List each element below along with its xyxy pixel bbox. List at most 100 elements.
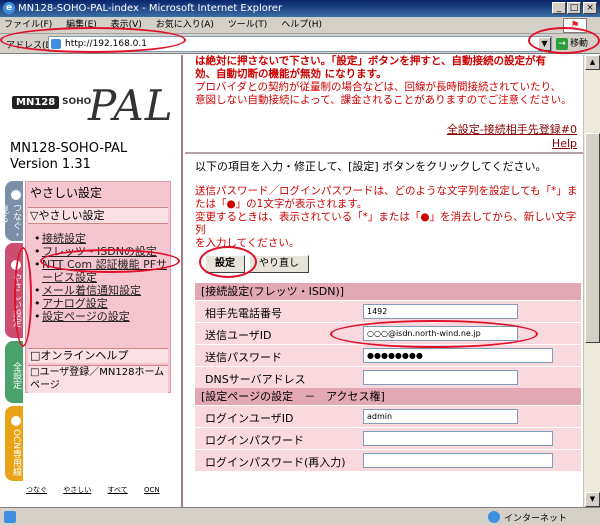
bottom-link-subete[interactable]: すべて xyxy=(107,486,127,494)
tab-yasashii[interactable]: やさしい設定 xyxy=(5,243,23,338)
settings-menu: 接続設定 フレッツ・ISDNの設定 NTT Com 認証機能 PFサービス設定 … xyxy=(34,232,169,323)
menu-bar: ファイル(F) 編集(E) 表示(V) お気に入り(A) ツール(T) ヘルプ(… xyxy=(0,17,600,34)
send-user-id-label: 送信ユーザID xyxy=(205,329,272,342)
user-register-link[interactable]: □ユーザ登録／MN128ホームページ xyxy=(28,365,168,393)
close-button[interactable]: × xyxy=(583,2,597,14)
navigation: つなぐ・見る やさしい設定 全設定 OCN専用線 やさしい設定 ▽やさしい設定 … xyxy=(0,181,175,481)
divider xyxy=(185,152,583,154)
bottom-links: つなぐ やさしい すべて OCN xyxy=(26,485,174,495)
menu-item-flets-isdn[interactable]: フレッツ・ISDNの設定 xyxy=(34,245,169,258)
note-line: を入力してください。 xyxy=(195,237,300,249)
address-url: http://192.168.0.1 xyxy=(65,39,147,49)
menu-item-label: アナログ設定 xyxy=(42,297,108,310)
form-row: ログインユーザID admin xyxy=(195,405,581,427)
login-user-id-input[interactable]: admin xyxy=(363,409,518,424)
warning-line: プロバイダとの契約が従量制の場合などは、回線が長時間接続されていたり、 xyxy=(195,81,562,93)
phone-input[interactable]: 1492 xyxy=(363,304,518,319)
ie-logo-icon: e xyxy=(3,2,15,14)
tab-ocn-icon xyxy=(11,416,21,427)
panel-title: やさしい設定 xyxy=(30,186,103,200)
go-button[interactable]: → 移動 xyxy=(556,36,598,52)
address-dropdown-button[interactable]: ▼ xyxy=(538,37,551,51)
scroll-up-icon[interactable]: ▲ xyxy=(585,55,600,70)
section-page-settings: [設定ページの設定 － アクセス権] xyxy=(195,388,581,405)
warning-line: 意図しない自動接続によって、課金されることがありますのでご注意ください。 xyxy=(195,94,572,106)
warning-line: 効、自動切断の機能が無効 になります。 xyxy=(195,68,387,80)
tab-ocn[interactable]: OCN専用線 xyxy=(5,406,23,481)
form-row: ログインパスワード xyxy=(195,427,581,449)
tab-ocn-label: OCN専用線 xyxy=(11,429,21,477)
product-info: MN128-SOHO-PAL Version 1.31 xyxy=(10,141,127,173)
phone-label: 相手先電話番号 xyxy=(205,307,282,320)
menu-favorites[interactable]: お気に入り(A) xyxy=(156,20,214,30)
product-logo: MN128 SOHO PAL xyxy=(12,81,174,143)
menu-item-label: メール着信通知設定 xyxy=(42,284,141,297)
form-row: 相手先電話番号 1492 xyxy=(195,300,581,322)
scroll-thumb[interactable] xyxy=(585,133,600,343)
note-line: 変更するときは、表示されている「*」または「●」を消去してから、新しい文字列 xyxy=(195,211,577,236)
zone-label: インターネット xyxy=(504,514,568,524)
address-input[interactable]: http://192.168.0.1 xyxy=(48,36,552,52)
address-bar: アドレス(D) http://192.168.0.1 ▼ → 移動 xyxy=(0,34,600,54)
menu-tools[interactable]: ツール(T) xyxy=(228,20,268,30)
menu-item-mail-notice[interactable]: メール着信通知設定 xyxy=(34,284,169,297)
menu-item-ntt-com[interactable]: NTT Com 認証機能 PFサービス設定 xyxy=(34,258,169,284)
page-status-icon xyxy=(4,511,16,523)
windows-flag-icon: ⚑ xyxy=(563,18,587,33)
redo-button[interactable]: やり直し xyxy=(249,255,309,273)
product-version: Version 1.31 xyxy=(10,157,91,172)
login-password-label: ログインパスワード xyxy=(205,434,304,447)
note-line: たは「●」の1文字が表示されます。 xyxy=(195,198,368,210)
maximize-button[interactable]: □ xyxy=(567,2,581,14)
menu-view[interactable]: 表示(V) xyxy=(111,20,142,30)
set-button[interactable]: 設定 xyxy=(205,255,245,273)
menu-help[interactable]: ヘルプ(H) xyxy=(281,20,322,30)
tab-tsunagu-icon xyxy=(11,189,21,200)
bottom-link-tsunagu[interactable]: つなぐ xyxy=(26,486,47,494)
tab-tsunagu[interactable]: つなぐ・見る xyxy=(0,181,23,241)
bottom-link-ocn[interactable]: OCN xyxy=(144,486,160,494)
dns-input[interactable] xyxy=(363,370,518,385)
login-password-confirm-input[interactable] xyxy=(363,453,553,468)
tab-yasashii-icon xyxy=(11,260,21,270)
logo-soho: SOHO xyxy=(62,97,92,107)
minimize-button[interactable]: _ xyxy=(552,2,566,14)
link-help[interactable]: Help xyxy=(447,137,577,151)
left-frame: MN128 SOHO PAL MN128-SOHO-PAL Version 1.… xyxy=(0,55,183,507)
section-connection: [接続設定(フレッツ・ISDN)] xyxy=(195,283,581,300)
online-help-link[interactable]: □オンラインヘルプ xyxy=(28,348,168,363)
menu-item-page-settings[interactable]: 設定ページの設定 xyxy=(34,310,169,323)
bottom-link-yasashii[interactable]: やさしい xyxy=(63,486,91,494)
menu-file[interactable]: ファイル(F) xyxy=(4,20,52,30)
send-user-id-input[interactable]: ○○○@isdn.north-wind.ne.jp xyxy=(363,326,518,341)
logo-mn: MN128 xyxy=(12,96,60,109)
menu-item-label: NTT Com 認証機能 PFサービス設定 xyxy=(42,258,168,284)
send-password-label: 送信パスワード xyxy=(205,351,282,364)
menu-item-connection[interactable]: 接続設定 xyxy=(34,232,169,245)
logo-pal: PAL xyxy=(88,81,174,130)
panel-subtitle[interactable]: ▽やさしい設定 xyxy=(28,207,168,224)
tab-zen[interactable]: 全設定 xyxy=(5,341,23,403)
link-all-settings[interactable]: 全設定-接続相手先登録#0 xyxy=(447,123,577,137)
login-password-input[interactable] xyxy=(363,431,553,446)
title-bar: e MN128-SOHO-PAL-index - Microsoft Inter… xyxy=(0,0,600,17)
note-line: 送信パスワード／ログインパスワードは、どのような文字列を設定しても「*」ま xyxy=(195,185,578,197)
scroll-down-icon[interactable]: ▼ xyxy=(585,492,600,507)
menu-item-label: 設定ページの設定 xyxy=(42,310,130,323)
login-password-confirm-label: ログインパスワード(再入力) xyxy=(205,456,346,469)
send-password-input[interactable]: ●●●●●●●● xyxy=(363,348,553,363)
tab-tsunagu-label: つなぐ・見る xyxy=(0,202,21,239)
vertical-scrollbar[interactable]: ▲ ▼ xyxy=(583,55,600,507)
nav-tabs: つなぐ・見る やさしい設定 全設定 OCN専用線 xyxy=(0,181,25,481)
warning-text: は絶対に押さないで下さい。「設定」ボタンを押すと、自動接続の設定が有 効、自動切… xyxy=(195,55,581,107)
internet-globe-icon xyxy=(488,511,500,523)
form-row: 送信ユーザID ○○○@isdn.north-wind.ne.jp xyxy=(195,322,581,344)
menu-item-analog[interactable]: アナログ設定 xyxy=(34,297,169,310)
form-row: 送信パスワード ●●●●●●●● xyxy=(195,344,581,366)
content-frame: は絶対に押さないで下さい。「設定」ボタンを押すと、自動接続の設定が有 効、自動切… xyxy=(185,55,583,507)
go-label: 移動 xyxy=(570,39,589,49)
menu-edit[interactable]: 編集(E) xyxy=(66,20,97,30)
window-title: MN128-SOHO-PAL-index - Microsoft Interne… xyxy=(18,3,283,14)
login-user-id-label: ログインユーザID xyxy=(205,412,294,425)
menu-item-label: フレッツ・ISDNの設定 xyxy=(42,245,157,258)
